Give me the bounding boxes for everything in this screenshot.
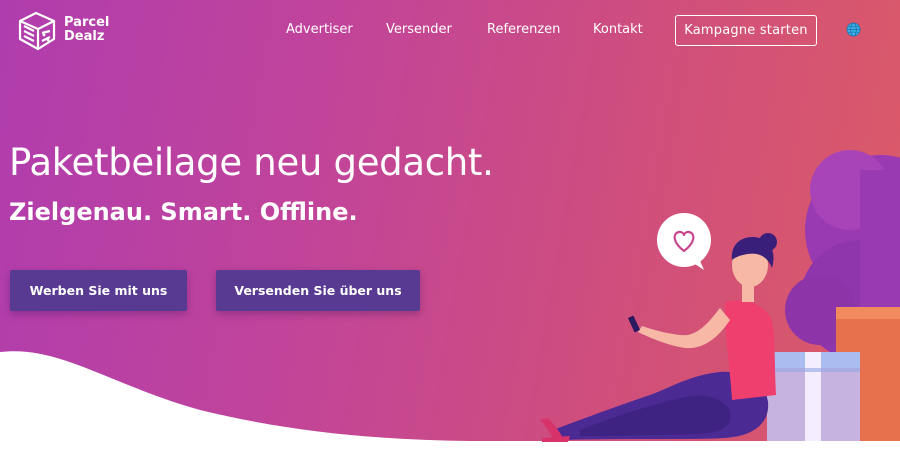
nav-item-advertiser[interactable]: Advertiser — [286, 21, 353, 39]
advertise-with-us-button[interactable]: Werben Sie mit uns — [10, 270, 187, 311]
nav-item-kontakt[interactable]: Kontakt — [593, 21, 643, 39]
ship-with-us-button[interactable]: Versenden Sie über uns — [216, 270, 420, 311]
speech-bubble — [657, 213, 711, 270]
hero-subtitle: Zielgenau. Smart. Offline. — [9, 198, 358, 226]
hero-illustration — [540, 150, 900, 442]
hero-title: Paketbeilage neu gedacht. — [9, 141, 494, 184]
nav-item-versender[interactable]: Versender — [386, 21, 452, 39]
nav-item-referenzen[interactable]: Referenzen — [487, 21, 560, 39]
woman-figure — [540, 233, 777, 442]
start-campaign-button[interactable]: Kampagne starten — [675, 15, 817, 46]
globe-icon[interactable] — [846, 22, 861, 37]
hero-section: Parcel Dealz Advertiser Versender Refere… — [0, 0, 900, 451]
